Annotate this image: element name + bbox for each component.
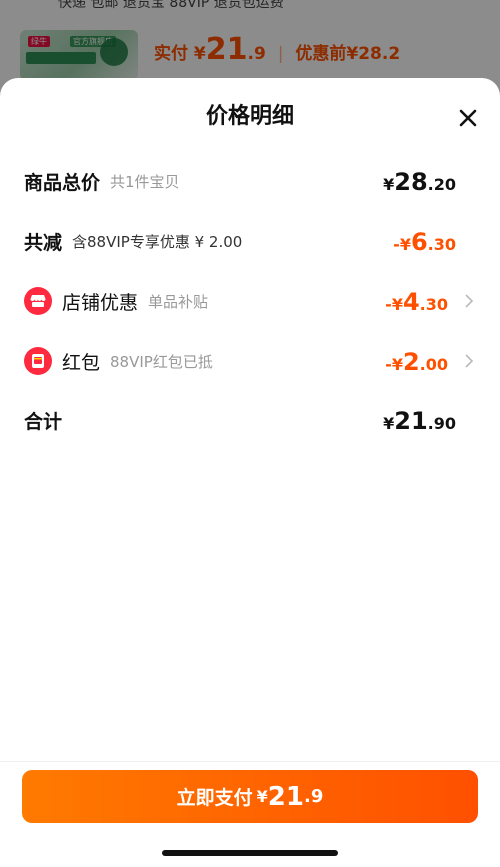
row-label: 共减 <box>24 231 63 254</box>
amount-int: 21 <box>394 407 428 435</box>
row-goods-total: 商品总价 共1件宝贝 ¥28.20 <box>24 161 476 201</box>
chevron-right-icon <box>465 354 474 368</box>
row-label: 店铺优惠 <box>62 291 139 314</box>
shop-icon <box>24 287 52 315</box>
row-amount: ¥28.20 <box>383 168 456 196</box>
amount-dec: .30 <box>427 235 456 254</box>
close-icon <box>459 109 477 127</box>
pay-button-label: 立即支付 <box>176 787 253 809</box>
red-packet-icon <box>24 347 52 375</box>
price-detail-sheet: 价格明细 商品总价 共1件宝贝 ¥28.20 共减 含88VIP专享优惠 ¥ 2… <box>0 78 500 867</box>
row-total-discount: 共减 含88VIP专享优惠 ¥ 2.00 -¥6.30 <box>24 221 476 261</box>
amount-int: 6 <box>410 228 428 256</box>
row-red-packet[interactable]: 红包 88VIP红包已抵 -¥2.00 <box>24 341 476 381</box>
amount-int: 2 <box>402 348 420 376</box>
row-label: 合计 <box>24 410 63 433</box>
amount-currency: ¥ <box>383 175 395 194</box>
amount-currency: ¥ <box>383 414 395 433</box>
pay-now-button[interactable]: 立即支付 ¥21.9 <box>22 770 478 823</box>
pay-button-int: 21 <box>267 781 304 812</box>
amount-currency: -¥ <box>385 295 403 314</box>
pay-button-currency: ¥ <box>256 787 268 806</box>
amount-currency: -¥ <box>393 235 411 254</box>
row-label: 商品总价 <box>24 171 101 194</box>
home-indicator[interactable] <box>162 850 338 856</box>
amount-int: 4 <box>402 288 420 316</box>
row-amount: ¥21.90 <box>383 407 456 435</box>
amount-dec: .00 <box>419 355 448 374</box>
row-amount: -¥6.30 <box>393 228 456 256</box>
amount-currency: -¥ <box>385 355 403 374</box>
row-amount: -¥4.30 <box>385 288 448 316</box>
row-sub: 单品补贴 <box>148 292 209 311</box>
row-sub: 88VIP红包已抵 <box>110 352 213 371</box>
amount-dec: .90 <box>427 414 456 433</box>
amount-int: 28 <box>394 168 428 196</box>
footer-divider <box>0 761 500 762</box>
row-label: 红包 <box>62 351 101 374</box>
close-button[interactable] <box>456 106 480 130</box>
pay-button-dec: .9 <box>303 786 324 807</box>
amount-dec: .20 <box>427 175 456 194</box>
row-amount: -¥2.00 <box>385 348 448 376</box>
sheet-title: 价格明细 <box>205 104 294 129</box>
row-sub: 含88VIP专享优惠 ¥ 2.00 <box>72 232 243 251</box>
row-sub: 共1件宝贝 <box>110 172 180 191</box>
chevron-right-icon <box>465 294 474 308</box>
row-store-discount[interactable]: 店铺优惠 单品补贴 -¥4.30 <box>24 281 476 321</box>
row-grand-total: 合计 ¥21.90 <box>24 400 476 440</box>
amount-dec: .30 <box>419 295 448 314</box>
